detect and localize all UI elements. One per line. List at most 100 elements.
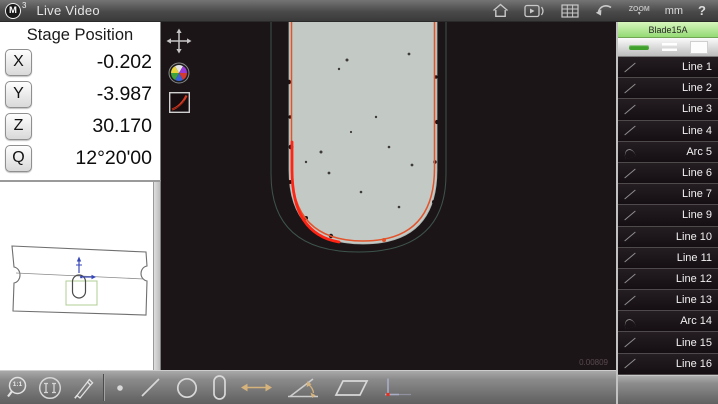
feature-row-line-10[interactable]: Line 10 — [618, 227, 718, 248]
line-icon — [623, 209, 637, 222]
feature-label: Line 7 — [682, 188, 712, 200]
axis-zero-button-y[interactable]: Y — [5, 81, 32, 108]
line-icon — [623, 188, 637, 201]
part-view-drawing — [0, 182, 154, 370]
feature-label: Line 11 — [677, 252, 712, 264]
arc-icon — [623, 315, 637, 328]
units-label[interactable]: mm — [665, 5, 683, 17]
stage-position-title: Stage Position — [0, 22, 160, 45]
white-rect-toggle[interactable] — [690, 41, 708, 54]
feature-row-line-15[interactable]: Line 15 — [618, 332, 718, 353]
line-icon — [623, 357, 637, 370]
feature-label: Arc 5 — [686, 146, 712, 158]
angle-icon[interactable] — [286, 375, 321, 400]
perpendicular-icon[interactable] — [382, 376, 413, 399]
axis-row-q: Q 12°20'00 — [0, 143, 160, 173]
feature-label: Line 15 — [676, 337, 712, 349]
skew-icon[interactable] — [334, 378, 369, 398]
feature-label: Line 10 — [676, 231, 712, 243]
feature-label: Line 9 — [682, 209, 712, 221]
feature-row-line-9[interactable]: Line 9 — [618, 205, 718, 226]
feature-row-line-7[interactable]: Line 7 — [618, 184, 718, 205]
chevron-down-icon: ▾ — [638, 12, 641, 17]
m3-logo: M 3 — [5, 3, 26, 19]
feature-label: Line 4 — [682, 125, 712, 137]
feature-row-line-4[interactable]: Line 4 — [618, 121, 718, 142]
point-icon[interactable] — [114, 382, 126, 394]
slot-icon[interactable] — [212, 374, 227, 401]
circle-icon[interactable] — [175, 376, 199, 400]
double-dash-toggle[interactable] — [662, 43, 677, 51]
line-icon — [623, 272, 637, 285]
help-icon[interactable]: ? — [698, 3, 706, 18]
axis-row-z: Z 30.170 — [0, 111, 160, 141]
zoom-1to1-icon[interactable]: 1:1 — [6, 375, 30, 401]
part-panel-scrollbar[interactable] — [153, 182, 160, 370]
feature-row-line-11[interactable]: Line 11 — [618, 248, 718, 269]
field-of-view-icon[interactable] — [37, 375, 63, 401]
slot-outline — [73, 275, 86, 298]
feature-row-arc-14[interactable]: Arc 14 — [618, 311, 718, 332]
feature-label: Line 3 — [682, 103, 712, 115]
report-table-icon[interactable] — [561, 4, 579, 18]
title-bar: M 3 Live Video ZOOM ▾ mm ? — [0, 0, 718, 22]
edge-profile-icon[interactable] — [166, 92, 192, 113]
axis-zero-button-x[interactable]: X — [5, 49, 32, 76]
feature-row-line-13[interactable]: Line 13 — [618, 290, 718, 311]
sidebar-view-toggles — [618, 38, 718, 57]
feature-label: Line 13 — [676, 294, 712, 306]
line-icon — [623, 167, 637, 180]
line-icon — [623, 294, 637, 307]
axis-arrow-right-head — [92, 275, 97, 279]
axis-row-y: Y -3.987 — [0, 79, 160, 109]
axis-zero-button-z[interactable]: Z — [5, 113, 32, 140]
pan-cross-icon[interactable] — [166, 28, 192, 54]
axis-value-z: 30.170 — [32, 115, 152, 138]
feature-label: Line 1 — [682, 61, 712, 73]
feature-label: Line 2 — [682, 82, 712, 94]
color-wheel-icon[interactable] — [166, 62, 192, 84]
zoom-control[interactable]: ZOOM ▾ — [629, 5, 650, 17]
line-icon — [623, 251, 637, 264]
feature-label: Line 12 — [676, 273, 712, 285]
pen-probe-icon[interactable] — [70, 375, 95, 400]
m3-logo-superscript: 3 — [22, 1, 26, 10]
line-icon[interactable] — [139, 376, 162, 399]
blade-mid-line — [16, 273, 144, 279]
feature-row-arc-5[interactable]: Arc 5 — [618, 142, 718, 163]
feature-label: Line 16 — [676, 358, 712, 370]
feature-row-line-2[interactable]: Line 2 — [618, 78, 718, 99]
undo-icon[interactable] — [594, 3, 614, 18]
feature-row-line-16[interactable]: Line 16 — [618, 354, 718, 375]
video-frame — [161, 22, 616, 370]
feature-row-line-3[interactable]: Line 3 — [618, 99, 718, 120]
m3-logo-circle: M — [5, 3, 21, 19]
feature-label: Arc 14 — [680, 315, 712, 327]
zoom-ratio-label: 1:1 — [10, 381, 25, 388]
line-icon — [623, 230, 637, 243]
page-title: Live Video — [36, 3, 99, 18]
sidebar-footer — [618, 375, 718, 404]
line-icon — [623, 336, 637, 349]
line-icon — [623, 61, 637, 74]
feature-list: Line 1 Line 2 Line 3 Line 4 Arc 5 Line 6… — [618, 57, 718, 375]
line-icon — [623, 124, 637, 137]
home-icon[interactable] — [492, 3, 509, 18]
stage-position-panel: Stage Position X -0.202 Y -3.987 Z 30.17… — [0, 22, 161, 180]
feature-row-line-6[interactable]: Line 6 — [618, 163, 718, 184]
part-view-panel[interactable] — [0, 180, 161, 370]
axis-row-x: X -0.202 — [0, 47, 160, 77]
live-video-canvas[interactable]: 0.00809 — [161, 22, 616, 370]
bottom-toolbar: 1:1 — [0, 370, 616, 404]
green-dash-toggle[interactable] — [629, 45, 649, 50]
video-mode-icon[interactable] — [524, 4, 546, 18]
distance-icon[interactable] — [240, 380, 273, 395]
feature-row-line-12[interactable]: Line 12 — [618, 269, 718, 290]
axis-arrow-up-head — [77, 257, 81, 262]
axis-zero-button-q[interactable]: Q — [5, 145, 32, 172]
axis-value-x: -0.202 — [32, 51, 152, 74]
axis-value-q: 12°20'00 — [32, 147, 152, 170]
feature-row-line-1[interactable]: Line 1 — [618, 57, 718, 78]
line-icon — [623, 103, 637, 116]
specimen-blade-tip — [289, 22, 437, 244]
